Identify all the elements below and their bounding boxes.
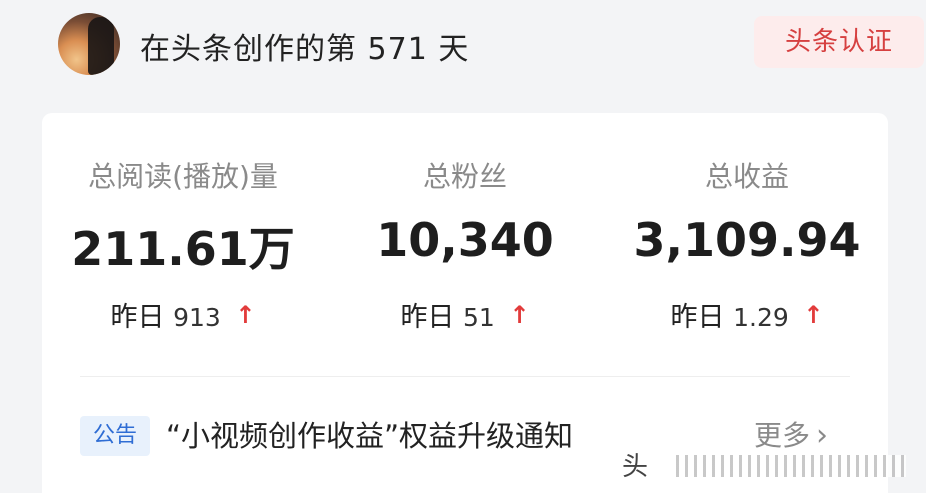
divider [80,376,850,377]
stat-label: 总阅读(播放)量 [88,160,278,193]
notice-link[interactable]: “小视频创作收益”权益升级通知 [166,416,573,456]
stat-value: 211.61万 [71,222,295,276]
stat-yesterday: 昨日 913 ↑ [42,295,324,334]
creator-header: 在头条创作的第 571 天 头条认证 [0,0,926,100]
stat-label: 总粉丝 [422,160,507,193]
yesterday-value: 913 [173,303,221,332]
verification-badge[interactable]: 头条认证 [754,16,924,68]
avatar-figure [88,17,114,75]
arrow-up-icon: ↑ [803,301,824,329]
stat-value: 3,109.94 [633,213,861,267]
arrow-up-icon: ↑ [235,301,256,329]
yesterday-label: 昨日 [670,302,725,333]
creation-days-title: 在头条创作的第 571 天 [140,32,470,67]
yesterday-value: 1.29 [733,303,789,332]
yesterday-label: 昨日 [400,302,455,333]
yesterday-value: 51 [463,303,495,332]
watermark-barcode [676,455,906,477]
stat-yesterday: 昨日 1.29 ↑ [606,295,888,334]
stats-card: 总阅读(播放)量 211.61万 昨日 913 ↑ 总粉丝 10,340 昨日 … [42,113,888,493]
notice-tag: 公告 [80,416,150,456]
stat-label: 总收益 [704,160,789,193]
arrow-up-icon: ↑ [509,301,530,329]
stat-yesterday: 昨日 51 ↑ [324,295,606,334]
yesterday-label: 昨日 [110,302,165,333]
stat-value: 10,340 [376,213,554,267]
avatar[interactable] [58,13,120,75]
